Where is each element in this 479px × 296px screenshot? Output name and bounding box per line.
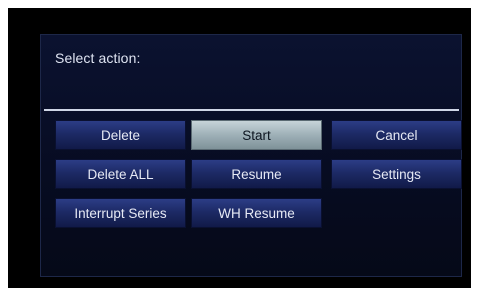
- cancel-button[interactable]: Cancel: [331, 120, 462, 150]
- dialog-title: Select action:: [55, 50, 141, 66]
- interrupt-series-button[interactable]: Interrupt Series: [55, 198, 186, 228]
- resume-button[interactable]: Resume: [191, 159, 322, 189]
- wh-resume-button[interactable]: WH Resume: [191, 198, 322, 228]
- settings-button[interactable]: Settings: [331, 159, 462, 189]
- delete-button[interactable]: Delete: [55, 120, 186, 150]
- select-action-dialog: Select action: Delete Start Cancel Delet…: [40, 34, 462, 277]
- delete-all-button[interactable]: Delete ALL: [55, 159, 186, 189]
- tv-screen: Select action: Delete Start Cancel Delet…: [8, 8, 471, 288]
- start-button[interactable]: Start: [191, 120, 322, 150]
- divider: [44, 109, 459, 111]
